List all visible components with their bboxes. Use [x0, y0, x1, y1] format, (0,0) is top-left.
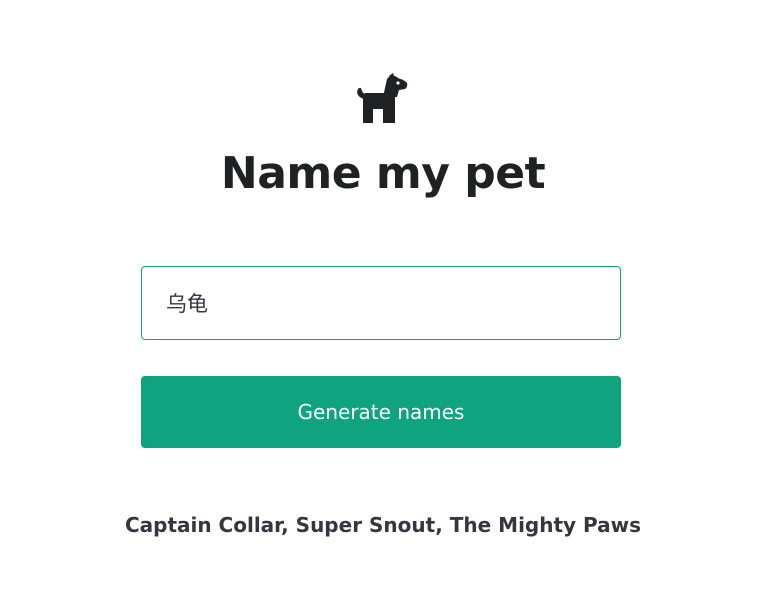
pet-name-form: Generate names — [141, 266, 621, 448]
generate-names-button[interactable]: Generate names — [141, 376, 621, 448]
generated-names-result: Captain Collar, Super Snout, The Mighty … — [124, 513, 642, 537]
dog-icon — [357, 73, 408, 123]
page-title: Name my pet — [220, 148, 546, 199]
animal-input[interactable] — [141, 266, 621, 340]
pet-name-page: Name my pet Generate names Captain Colla… — [0, 0, 766, 604]
